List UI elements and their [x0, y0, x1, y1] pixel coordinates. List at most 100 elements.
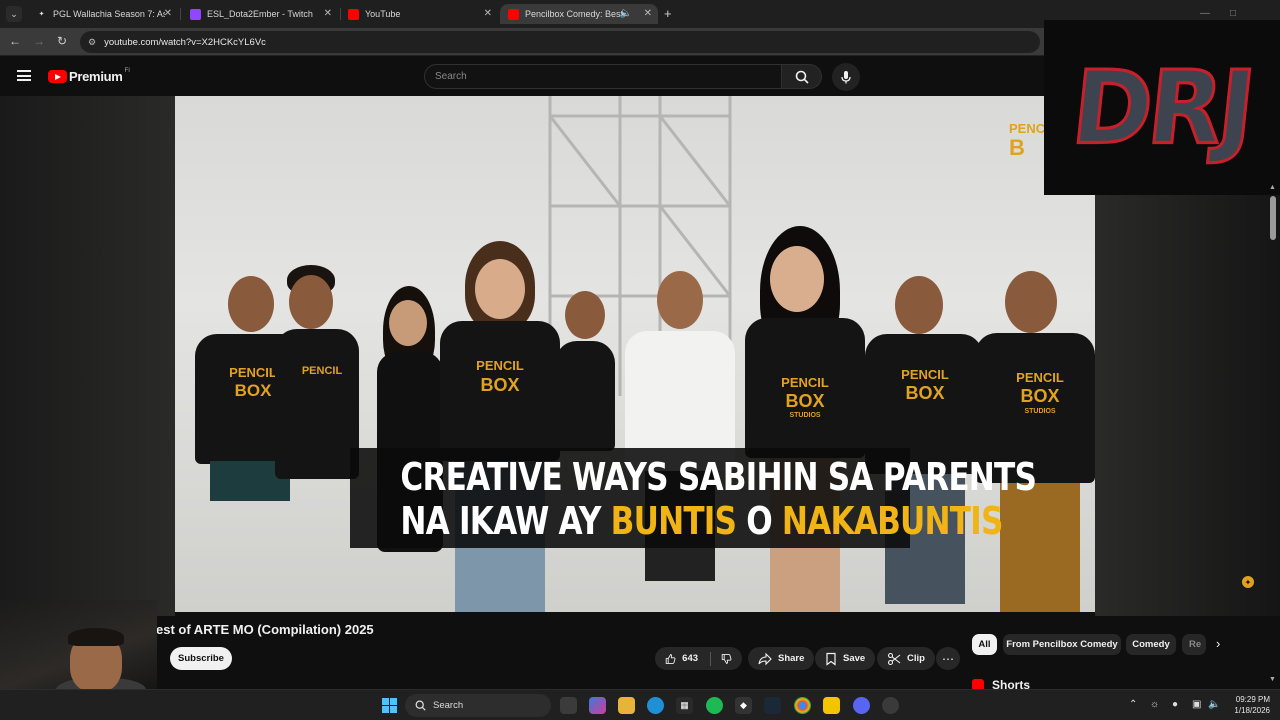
chevron-up-icon[interactable]: ⌃ [1129, 699, 1137, 710]
video-caption: CREATIVE WAYS SABIHIN SA PARENTS NA IKAW… [350, 448, 1037, 548]
scroll-up-icon[interactable]: ▲ [1269, 184, 1276, 191]
video-title: est of ARTE MO (Compilation) 2025 [156, 622, 374, 637]
drj-stream-logo-overlay: DRJ [1044, 20, 1280, 195]
voice-search-button[interactable] [832, 63, 860, 91]
tab-pencilbox-active[interactable]: Pencilbox Comedy: Best of A 🔈 ✕ [500, 4, 658, 24]
system-clock[interactable]: 09:29 PM 1/18/2026 [1224, 694, 1270, 716]
search-icon [415, 700, 426, 711]
tab-search-menu[interactable]: ⌄ [6, 6, 22, 22]
search-input[interactable]: Search [424, 64, 782, 89]
caption-line-2: NA IKAW AY BUNTIS O NAKABUNTIS [400, 499, 1003, 543]
page-scrollbar[interactable] [1270, 196, 1276, 240]
windows-taskbar: Search ▦ ◆ ⌃ ☼ ● ▣ 🔈 09:29 PM 1/18/2026 [0, 689, 1280, 720]
chevron-right-icon[interactable]: › [1216, 636, 1220, 651]
microphone-icon[interactable]: ● [1172, 699, 1178, 710]
tab-label: Pencilbox Comedy: Best of A [525, 9, 623, 19]
clip-label: Clip [907, 653, 925, 664]
like-dislike-group: 643 [655, 647, 742, 670]
chip-comedy[interactable]: Comedy [1126, 634, 1176, 655]
site-info-icon[interactable]: ⚙ [88, 37, 96, 48]
twitch-favicon [190, 8, 201, 20]
share-icon [758, 652, 772, 665]
person [625, 271, 735, 611]
tab-pgl-wallachia[interactable]: ✦ PGL Wallachia Season 7: Asia Cl ✕ [28, 4, 178, 24]
new-tab-button[interactable]: + [664, 6, 672, 21]
webcam-overlay [0, 600, 157, 690]
tab-youtube[interactable]: YouTube ✕ [340, 4, 498, 24]
search-icon [795, 70, 809, 84]
share-label: Share [778, 653, 805, 664]
url-text: youtube.com/watch?v=X2HCKcYL6Vc [104, 36, 266, 48]
task-view-icon[interactable] [560, 697, 577, 714]
chip-all[interactable]: All [972, 634, 997, 655]
tab-label: YouTube [365, 9, 401, 19]
clock-date: 1/18/2026 [1234, 706, 1270, 715]
save-button[interactable]: Save [815, 647, 876, 670]
spotify-icon[interactable] [706, 697, 723, 714]
tab-twitch[interactable]: ESL_Dota2Ember - Twitch ✕ [182, 4, 338, 24]
search-button[interactable] [782, 64, 822, 89]
person: PENCIL BOX [865, 276, 985, 612]
clip-button[interactable]: Clip [877, 647, 935, 670]
url-field[interactable]: ⚙ youtube.com/watch?v=X2HCKcYL6Vc [80, 31, 1040, 53]
pencilbox-icon: ✦ [1242, 576, 1254, 588]
windows-start-icon[interactable] [381, 697, 398, 714]
person: PENCIL [275, 265, 365, 611]
microphone-icon [841, 71, 851, 84]
display-icon[interactable]: ▣ [1192, 699, 1201, 710]
person: PENCIL BOX STUDIOS [730, 226, 880, 612]
speaker-icon[interactable]: 🔈 [620, 8, 632, 19]
drj-logo-text: DRJ [1066, 47, 1259, 168]
close-icon[interactable]: ✕ [324, 8, 332, 19]
country-code: FI [124, 67, 130, 74]
close-icon[interactable]: ✕ [644, 8, 652, 19]
sticky-notes-icon[interactable] [823, 697, 840, 714]
network-icon[interactable]: ☼ [1150, 699, 1159, 710]
chip-from-pencilbox[interactable]: From Pencilbox Comedy [1003, 634, 1121, 655]
thumbs-up-icon[interactable] [665, 652, 676, 666]
discord-icon[interactable] [853, 697, 870, 714]
person: PENCIL BOX [430, 241, 570, 612]
tab-label: PGL Wallachia Season 7: Asia Cl [53, 9, 165, 19]
menu-icon[interactable] [17, 70, 31, 81]
thumbs-down-icon[interactable] [721, 652, 732, 666]
file-explorer-icon[interactable] [618, 697, 635, 714]
youtube-favicon [508, 8, 519, 20]
more-actions-button[interactable]: ⋯ [936, 647, 960, 670]
close-icon[interactable]: ✕ [484, 8, 492, 19]
store-icon[interactable]: ▦ [676, 697, 693, 714]
tab-label: ESL_Dota2Ember - Twitch [207, 9, 313, 19]
taskbar-search[interactable]: Search [405, 694, 551, 717]
edge-icon[interactable] [647, 697, 664, 714]
copilot-icon[interactable] [589, 697, 606, 714]
forward-arrow-icon[interactable]: → [33, 34, 45, 48]
subscribe-button[interactable]: Subscribe [170, 647, 232, 670]
back-arrow-icon[interactable]: ← [9, 34, 21, 48]
youtube-play-icon [48, 70, 67, 83]
save-label: Save [843, 653, 866, 664]
like-count[interactable]: 643 [682, 653, 698, 664]
chrome-icon[interactable] [794, 697, 811, 714]
youtube-premium-logo[interactable]: Premium FI [48, 67, 130, 84]
minimize-icon[interactable]: — [1200, 8, 1210, 19]
caption-line-1: CREATIVE WAYS SABIHIN SA PARENTS [400, 455, 1037, 499]
volume-icon[interactable]: 🔈 [1208, 699, 1220, 710]
reload-icon[interactable]: ↻ [57, 34, 67, 48]
bookmark-icon [826, 652, 836, 666]
scroll-down-icon[interactable]: ▼ [1269, 676, 1276, 683]
logo-text: Premium [69, 69, 123, 84]
scissors-icon [887, 652, 901, 665]
ambient-left [0, 96, 175, 616]
pgl-favicon: ✦ [38, 11, 45, 18]
share-button[interactable]: Share [748, 647, 815, 670]
search-placeholder: Search [435, 71, 467, 82]
youtube-favicon [348, 8, 359, 20]
app-icon[interactable]: ◆ [735, 697, 752, 714]
obs-icon[interactable] [882, 697, 899, 714]
person: PENCIL BOX STUDIOS [975, 271, 1095, 612]
close-icon[interactable]: ✕ [164, 8, 172, 19]
video-player[interactable]: PENCIL B PENCIL BOX PENCIL PENCIL BOX PE… [175, 96, 1095, 612]
chip-related[interactable]: Re [1182, 634, 1206, 655]
steam-icon[interactable] [764, 697, 781, 714]
maximize-icon[interactable]: □ [1230, 8, 1236, 19]
